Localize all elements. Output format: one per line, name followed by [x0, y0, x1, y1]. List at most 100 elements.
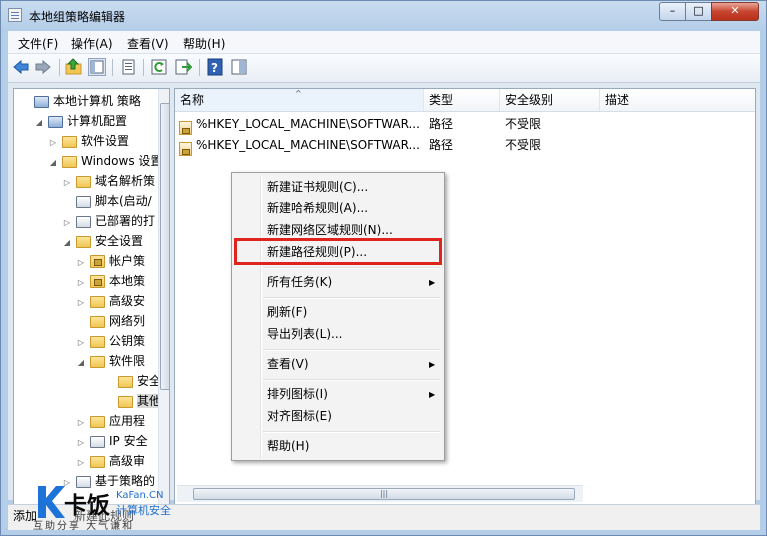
tree-item[interactable]: 脚本(启动/: [62, 191, 152, 211]
menu-bar: 文件(F) 操作(A) 查看(V) 帮助(H): [8, 31, 760, 54]
expand-icon[interactable]: ▷: [76, 333, 86, 353]
computer-policy-icon: [34, 95, 49, 108]
expand-icon[interactable]: ▷: [48, 133, 58, 153]
menu-action[interactable]: 操作(A): [71, 35, 113, 52]
column-header-name[interactable]: 名称 ^: [175, 89, 424, 111]
vertical-scrollbar[interactable]: [158, 89, 169, 505]
collapse-icon[interactable]: ◢: [48, 153, 58, 173]
expand-icon[interactable]: ▷: [76, 253, 86, 273]
tree-pane[interactable]: 本地计算机 策略 ◢ 计算机配置 ▷ 软件设置 ◢ Windows 设置 ▷ 域名解析策 脚本(启…: [13, 88, 170, 506]
properties-icon[interactable]: [119, 58, 137, 76]
tree-item[interactable]: ▷ 应用程: [76, 411, 145, 431]
folder-icon: [90, 415, 105, 428]
tree-item[interactable]: ◢ 软件限: [76, 351, 145, 371]
tree-item[interactable]: ▷ 本地策: [76, 271, 145, 291]
scrollbar-thumb[interactable]: |||: [193, 488, 575, 500]
submenu-arrow-icon: ▶: [429, 360, 436, 369]
tree-item-label: 安全设置: [95, 234, 144, 248]
printer-icon: [76, 215, 91, 228]
tree-item-label: 软件限: [109, 354, 146, 368]
collapse-icon[interactable]: ◢: [34, 113, 44, 133]
toolbar: ?: [8, 54, 760, 83]
computer-icon: [48, 115, 63, 128]
menu-item-refresh[interactable]: 刷新(F): [234, 302, 442, 323]
folder-icon: [118, 375, 133, 388]
tree-item[interactable]: 安全: [104, 371, 161, 391]
tree-item[interactable]: 本地计算机 策略: [20, 91, 141, 111]
tree-item[interactable]: ▷ 帐户策: [76, 251, 145, 271]
tree-item[interactable]: ▷ 高级安: [76, 291, 145, 311]
refresh-icon[interactable]: [150, 58, 168, 76]
tree-item[interactable]: ◢ 安全设置: [62, 231, 143, 251]
menu-item-line-up-icons[interactable]: 对齐图标(E): [234, 406, 442, 427]
kafan-logo-icon: [38, 486, 65, 518]
help-icon[interactable]: ?: [206, 58, 224, 76]
tree-item-label: 帐户策: [109, 254, 146, 268]
collapse-icon[interactable]: ◢: [76, 353, 86, 373]
menu-separator: [263, 379, 440, 381]
path-rule-icon: [179, 138, 192, 159]
back-arrow-icon[interactable]: [12, 58, 30, 76]
script-icon: [76, 195, 91, 208]
tree-item-label: 脚本(启动/: [95, 194, 152, 208]
tree-item-label: 公钥策: [109, 334, 146, 348]
close-button[interactable]: ✕: [711, 2, 759, 21]
menu-separator: [263, 431, 440, 433]
expand-icon[interactable]: ▷: [76, 293, 86, 313]
expand-icon[interactable]: ▷: [62, 173, 72, 193]
menu-item-help[interactable]: 帮助(H): [234, 436, 442, 457]
column-header-description[interactable]: 描述: [600, 89, 755, 111]
tree-item[interactable]: ▷ 公钥策: [76, 331, 145, 351]
menu-item-view[interactable]: 查看(V) ▶: [234, 354, 442, 375]
horizontal-scrollbar[interactable]: |||: [177, 485, 583, 502]
tree-item[interactable]: ▷ IP 安全: [76, 431, 148, 451]
collapse-icon[interactable]: ◢: [62, 233, 72, 253]
sort-ascending-icon: ^: [295, 89, 302, 98]
title-bar[interactable]: 本地组策略编辑器 – □ ✕: [1, 1, 766, 31]
minimize-button[interactable]: –: [659, 2, 686, 21]
tree-item[interactable]: 网络列: [76, 311, 145, 331]
column-header-level[interactable]: 安全级别: [500, 89, 600, 111]
expand-icon[interactable]: ▷: [76, 413, 86, 433]
menu-view[interactable]: 查看(V): [127, 35, 169, 52]
expand-icon[interactable]: ▷: [76, 453, 86, 473]
show-hide-tree-icon[interactable]: [88, 58, 106, 76]
menu-item-new-certificate-rule[interactable]: 新建证书规则(C)...: [234, 177, 442, 198]
tree-item-label: IP 安全: [109, 434, 148, 448]
menu-item-new-hash-rule[interactable]: 新建哈希规则(A)...: [234, 198, 442, 219]
tree-item[interactable]: ▷ 软件设置: [48, 131, 129, 151]
show-action-pane-icon[interactable]: [230, 58, 248, 76]
tree-item[interactable]: ◢ 计算机配置: [34, 111, 127, 131]
security-icon: [76, 235, 91, 248]
expand-icon[interactable]: ▷: [76, 273, 86, 293]
maximize-button[interactable]: □: [685, 2, 712, 21]
menu-help[interactable]: 帮助(H): [183, 35, 225, 52]
list-header: 名称 ^ 类型 安全级别 描述: [175, 89, 755, 112]
tree-item-label: 网络列: [109, 314, 146, 328]
column-header-type[interactable]: 类型: [424, 89, 500, 111]
tree-item[interactable]: 其他: [104, 391, 162, 411]
tree-item-label: 应用程: [109, 414, 146, 428]
table-row[interactable]: %HKEY_LOCAL_MACHINE\SOFTWAR... 路径 不受限: [175, 135, 755, 156]
scrollbar-thumb[interactable]: [160, 103, 169, 390]
table-row[interactable]: %HKEY_LOCAL_MACHINE\SOFTWAR... 路径 不受限: [175, 114, 755, 135]
folder-icon: [62, 155, 77, 168]
up-folder-icon[interactable]: [65, 58, 83, 76]
tree-item[interactable]: ▷ 域名解析策: [62, 171, 155, 191]
watermark-subtitle: 计算机安全: [116, 504, 171, 517]
tree-item[interactable]: ▷ 高级审: [76, 451, 145, 471]
forward-arrow-icon[interactable]: [34, 58, 52, 76]
menu-item-all-tasks[interactable]: 所有任务(K) ▶: [234, 272, 442, 293]
menu-file[interactable]: 文件(F): [18, 35, 58, 52]
tree-item-label: 本地策: [109, 274, 146, 288]
submenu-arrow-icon: ▶: [429, 278, 436, 287]
rule-type: 路径: [429, 117, 454, 131]
tree-item[interactable]: ▷ 已部署的打: [62, 211, 155, 231]
menu-item-export-list[interactable]: 导出列表(L)...: [234, 324, 442, 345]
expand-icon[interactable]: ▷: [62, 213, 72, 233]
tree-item[interactable]: ◢ Windows 设置: [48, 151, 162, 171]
export-list-icon[interactable]: [174, 58, 193, 76]
expand-icon[interactable]: ▷: [76, 433, 86, 453]
menu-item-arrange-icons[interactable]: 排列图标(I) ▶: [234, 384, 442, 405]
tree-item-label: 计算机配置: [67, 114, 128, 128]
